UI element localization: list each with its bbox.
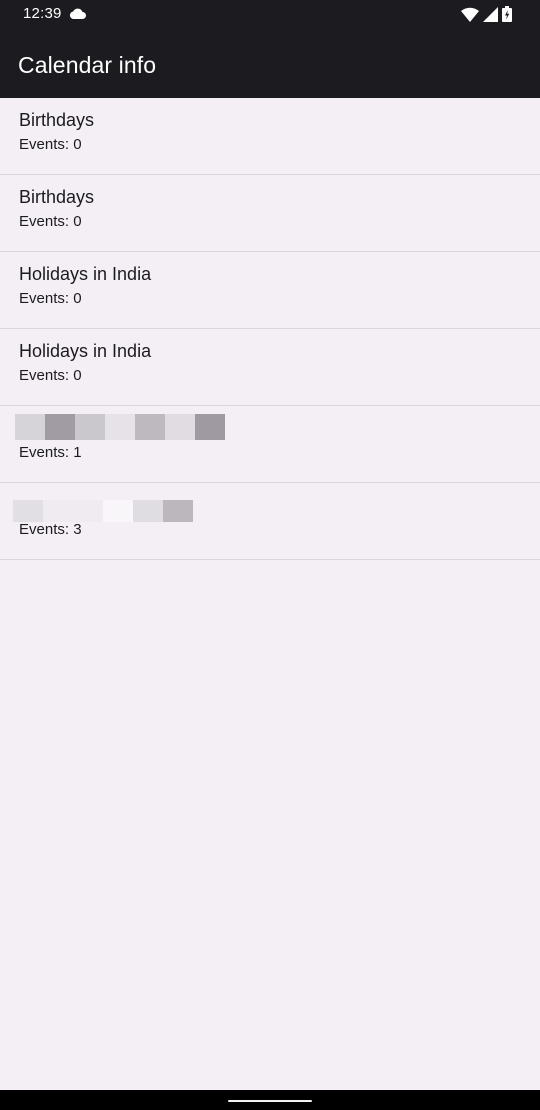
list-item[interactable]: Events: 1	[0, 406, 540, 483]
home-gesture-handle[interactable]	[228, 1100, 312, 1102]
list-item[interactable]: Holidays in India Events: 0	[0, 329, 540, 406]
status-icons	[461, 6, 512, 22]
event-count: Events: 0	[19, 213, 82, 230]
wifi-icon	[461, 7, 479, 22]
battery-icon	[502, 6, 512, 22]
calendar-name: Birthdays	[19, 187, 95, 207]
status-bar: 12:39	[0, 0, 540, 28]
page-title: Calendar info	[18, 52, 157, 78]
event-count: Events: 1	[19, 444, 82, 461]
list-item[interactable]: Birthdays Events: 0	[0, 175, 540, 252]
event-count: Events: 3	[19, 521, 82, 538]
calendar-name: Birthdays	[19, 110, 95, 130]
cloud-icon	[69, 8, 86, 19]
redacted-calendar-name	[13, 500, 193, 522]
event-count: Events: 0	[19, 367, 82, 384]
redacted-calendar-name	[15, 414, 225, 440]
calendar-name: Holidays in India	[19, 341, 152, 361]
calendar-list: Birthdays Events: 0 Birthdays Events: 0 …	[0, 98, 540, 560]
status-time: 12:39	[23, 5, 62, 22]
event-count: Events: 0	[19, 290, 82, 307]
app-bar: Calendar info	[0, 28, 540, 98]
list-item[interactable]: Holidays in India Events: 0	[0, 252, 540, 329]
navigation-bar	[0, 1090, 540, 1110]
signal-icon	[483, 6, 498, 22]
list-item[interactable]: Birthdays Events: 0	[0, 98, 540, 175]
list-item[interactable]: Events: 3	[0, 483, 540, 560]
calendar-name: Holidays in India	[19, 264, 152, 284]
event-count: Events: 0	[19, 136, 82, 153]
